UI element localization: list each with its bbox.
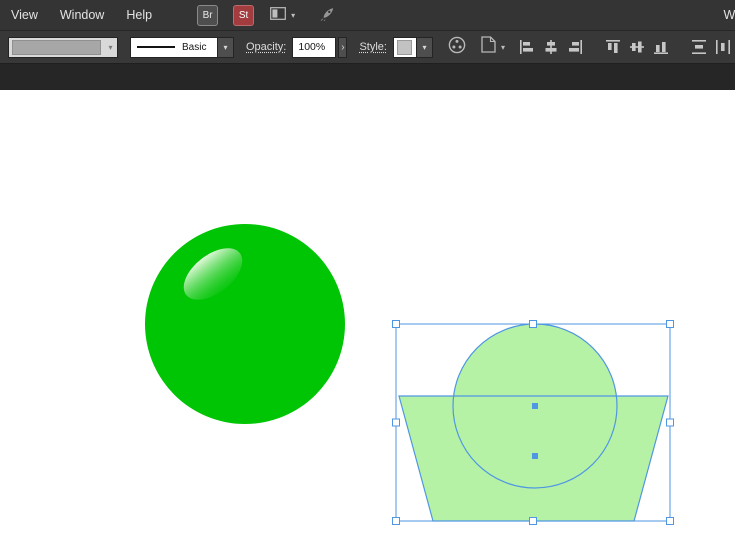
align-vertical-top-icon[interactable] [605, 39, 621, 55]
align-horizontal-center-icon[interactable] [543, 39, 559, 55]
stroke-color-select[interactable]: ▾ [8, 36, 118, 58]
align-controls [515, 39, 735, 55]
anchor-center-point[interactable] [532, 403, 538, 409]
selection-handle[interactable] [392, 320, 400, 328]
selection-handle[interactable] [392, 517, 400, 525]
rocket-icon [319, 5, 337, 25]
opacity-label[interactable]: Opacity: [246, 41, 286, 53]
stroke-color-swatch [12, 39, 101, 55]
graphic-style-select[interactable]: ▾ [392, 36, 433, 58]
selected-artwork[interactable] [398, 323, 669, 522]
align-vertical-center-icon[interactable] [629, 39, 645, 55]
green-ball-shape[interactable] [145, 224, 345, 424]
selection-handle[interactable] [666, 418, 674, 427]
workspace-layout-icon [270, 7, 286, 23]
align-horizontal-left-icon[interactable] [519, 39, 535, 55]
control-bar: ▾ Basic ▾ Opacity: › Style: ▾ [0, 31, 735, 64]
menubar-right-partial-text[interactable]: We [723, 8, 735, 22]
menu-help[interactable]: Help [115, 8, 163, 22]
opacity-input[interactable] [292, 36, 337, 58]
stock-button[interactable]: St [233, 4, 255, 26]
stroke-line-preview [137, 46, 175, 48]
style-preview [393, 37, 416, 57]
selection-handle[interactable] [392, 418, 400, 427]
workspace-switcher[interactable]: ▾ [270, 7, 295, 23]
stroke-style-label: Basic [182, 41, 207, 53]
gpu-performance-button[interactable] [319, 5, 337, 25]
distribute-horizontal-icon[interactable] [715, 39, 731, 55]
artwork-layer [145, 224, 674, 525]
stroke-style-preview: Basic [131, 37, 217, 57]
chevron-down-icon[interactable]: ▾ [217, 37, 233, 57]
selection-handle[interactable] [666, 320, 674, 328]
chevron-down-icon[interactable]: ▾ [415, 37, 432, 57]
menu-window[interactable]: Window [49, 8, 115, 22]
document-setup-button[interactable]: ▾ [481, 36, 505, 58]
chevron-down-icon: ▾ [500, 42, 505, 52]
artboard-canvas[interactable] [0, 90, 735, 538]
color-wheel-icon [447, 35, 467, 60]
style-swatch [397, 39, 413, 55]
selection-handle[interactable] [529, 517, 537, 525]
selection-handle[interactable] [666, 517, 674, 525]
selection-handle[interactable] [529, 320, 537, 328]
menu-bar: View Window Help Br St ▾ We [0, 0, 735, 31]
anchor-center-point[interactable] [532, 453, 538, 459]
distribute-vertical-icon[interactable] [691, 39, 707, 55]
style-label[interactable]: Style: [359, 41, 387, 53]
chevron-down-icon: ▾ [291, 10, 296, 20]
recolor-artwork-button[interactable] [447, 35, 467, 60]
bridge-button[interactable]: Br [197, 4, 219, 26]
chevron-down-icon: ▾ [108, 42, 113, 52]
stroke-style-select[interactable]: Basic ▾ [130, 36, 234, 58]
align-horizontal-right-icon[interactable] [567, 39, 583, 55]
align-vertical-bottom-icon[interactable] [653, 39, 669, 55]
menu-view[interactable]: View [0, 8, 49, 22]
opacity-options-button[interactable]: › [338, 36, 348, 58]
document-icon [481, 36, 496, 58]
pasteboard-strip [0, 64, 735, 90]
